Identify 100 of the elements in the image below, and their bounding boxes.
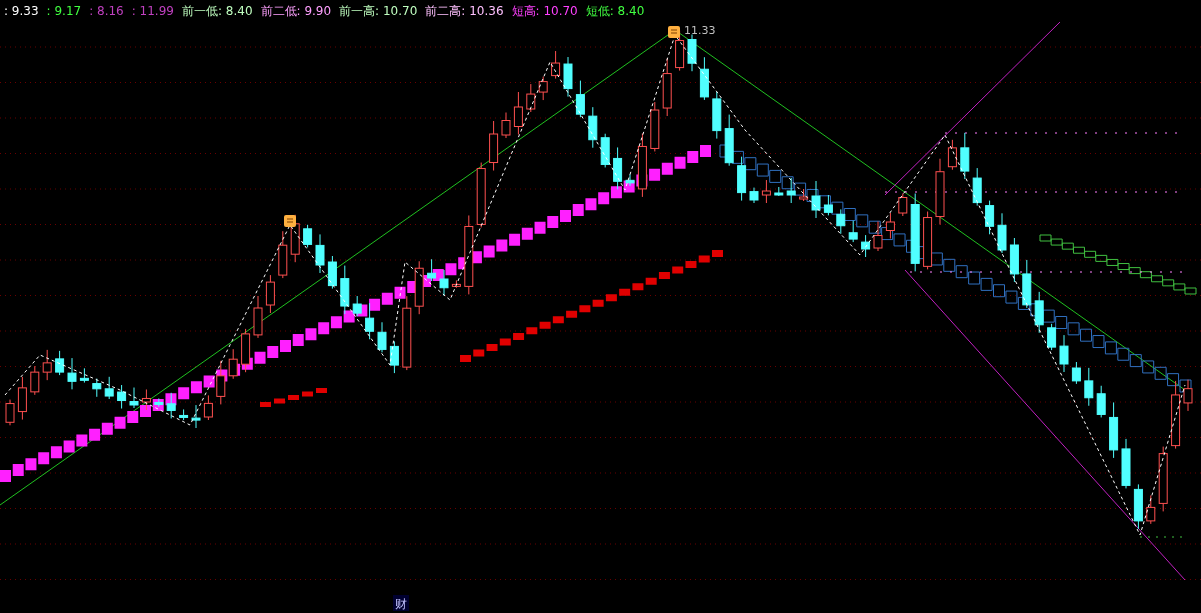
candlestick (774, 186, 784, 197)
flag-icon (284, 215, 296, 227)
candlestick (724, 114, 734, 167)
candlestick (513, 91, 523, 135)
candlestick (1071, 361, 1081, 385)
candlestick (340, 265, 350, 315)
candlestick (923, 211, 933, 270)
indicator-value: 短高: 10.70 (511, 2, 578, 20)
candlestick (538, 76, 548, 101)
candlestick (848, 220, 858, 243)
indicator-value: 短低: 8.40 (585, 2, 645, 20)
candlestick (1171, 380, 1181, 450)
candlestick (377, 321, 387, 353)
candlestick (129, 387, 139, 409)
candlestick (650, 101, 660, 152)
candlestick (203, 394, 213, 421)
candlestick (885, 212, 895, 239)
candlestick (1133, 483, 1143, 530)
candlestick (241, 328, 251, 373)
candlestick (935, 158, 945, 226)
candlestick (1022, 259, 1032, 309)
price-label: 11.33 (684, 24, 716, 37)
candlestick (489, 120, 499, 172)
flag-icon (668, 26, 680, 38)
candlestick (1121, 438, 1131, 489)
candlestick (228, 348, 238, 380)
candlestick (960, 132, 970, 180)
indicator-value: 前一高: 10.70 (339, 2, 418, 20)
candlestick (79, 367, 89, 384)
candlestick (1009, 237, 1019, 283)
candlestick (179, 408, 189, 421)
candlestick (414, 260, 424, 315)
candlestick (42, 349, 52, 381)
candlestick (166, 392, 176, 419)
candlestick (501, 112, 511, 139)
indicator-value: : 9.17 (46, 4, 82, 18)
candlestick (749, 187, 759, 204)
candlestick (352, 295, 362, 317)
candlestick (898, 193, 908, 217)
candlestick (737, 156, 747, 202)
candlestick (575, 80, 585, 118)
candlestick (526, 83, 536, 113)
candlestick (191, 404, 201, 429)
candlestick (600, 133, 610, 168)
candlestick (625, 173, 635, 187)
candlestick (303, 224, 313, 248)
candlestick (637, 132, 647, 198)
candlestick (551, 50, 561, 80)
candlestick (365, 302, 375, 340)
candlestick (427, 258, 437, 282)
candlestick (985, 200, 995, 235)
indicator-value: 前一低: 8.40 (181, 2, 253, 20)
event-tag: 财 (393, 595, 409, 611)
candlestick (389, 340, 399, 374)
candlestick (476, 162, 486, 228)
indicator-value: : 9.33 (4, 4, 39, 18)
candlestick (1059, 334, 1069, 373)
indicator-value: 前二高: 10.36 (425, 2, 504, 20)
candlestick (1146, 494, 1156, 525)
candlestick (55, 350, 65, 376)
candlestick (588, 106, 598, 149)
candlestick (5, 399, 15, 426)
candlestick (823, 194, 833, 216)
candlestick (1034, 291, 1044, 334)
candlestick (1084, 367, 1094, 407)
candlestick (117, 384, 127, 409)
candlestick (1109, 401, 1119, 459)
candlestick (997, 212, 1007, 254)
indicator-value: 前二低: 9.90 (260, 2, 332, 20)
candlestick (30, 365, 40, 396)
candlestick (761, 179, 771, 204)
candlestick (451, 279, 461, 289)
candlestick (439, 269, 449, 297)
candlestick (712, 91, 722, 140)
candlestick (17, 376, 27, 421)
candlestick (687, 34, 697, 72)
candlestick (92, 378, 102, 398)
candlestick (947, 139, 957, 171)
candlestick (278, 230, 288, 279)
candlestick (1096, 385, 1106, 418)
candlestick (67, 357, 77, 390)
candlestick (811, 180, 821, 219)
candlestick (662, 58, 672, 117)
candlestick (253, 295, 263, 339)
candlestick (786, 177, 796, 204)
candlestick (104, 376, 114, 400)
candlestick (861, 234, 871, 258)
candlestick (141, 389, 151, 411)
candlestick (315, 233, 325, 274)
candlestick (1047, 323, 1057, 351)
candlestick (563, 56, 573, 98)
candlestick (216, 360, 226, 405)
candlestick (1183, 379, 1193, 412)
candlestick (699, 56, 709, 101)
candlestick (799, 188, 809, 202)
indicator-value: : 8.16 (89, 4, 124, 18)
candlestick (873, 221, 883, 252)
indicator-value: : 11.99 (131, 4, 174, 18)
candlestick (1158, 446, 1168, 512)
candlestick (327, 255, 337, 290)
